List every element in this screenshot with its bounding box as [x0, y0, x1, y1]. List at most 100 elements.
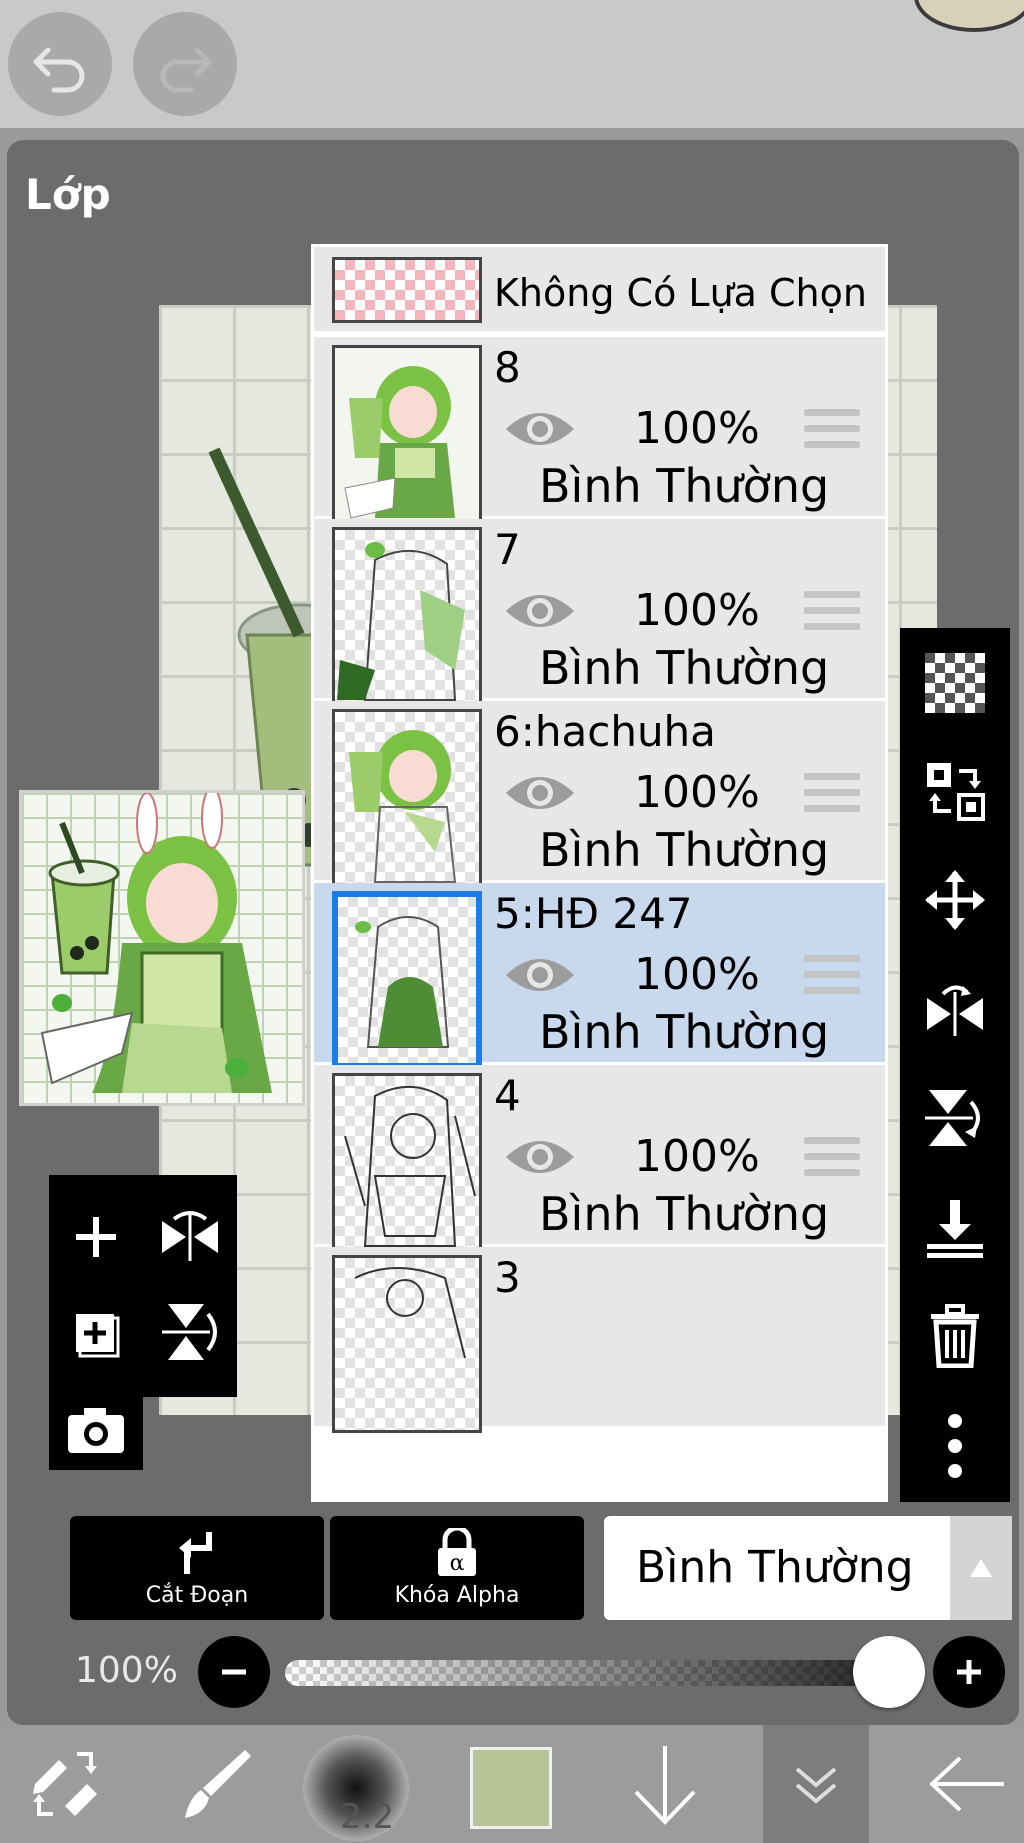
layer-blend-mode: Bình Thường [539, 459, 830, 513]
checkerboard-icon [925, 653, 985, 713]
flip-horizontal-button[interactable] [900, 958, 1010, 1058]
opacity-decrease-button[interactable] [198, 1636, 270, 1708]
layer-row[interactable]: 8 100% Bình Thường [314, 337, 885, 523]
layer-blend-mode: Bình Thường [539, 823, 830, 877]
opacity-label: 100% [75, 1650, 178, 1691]
layer-name: 3 [494, 1253, 521, 1302]
swap-icon [927, 763, 985, 821]
layer-row[interactable]: 4 100% Bình Thường [314, 1065, 885, 1251]
layer-action-tools [49, 1175, 237, 1470]
clipping-arrow-icon [179, 1532, 212, 1574]
top-bar [0, 0, 1024, 128]
layer-row[interactable]: 6:hachuha 100% Bình Thường [314, 701, 885, 887]
layer-thumbnail[interactable] [332, 345, 482, 523]
layer-blend-mode: Bình Thường [539, 1187, 830, 1241]
alpha-lock-icon: α [438, 1528, 476, 1576]
swap-layer-button[interactable] [900, 741, 1010, 841]
add-special-layer-button[interactable] [49, 1285, 143, 1379]
move-layer-button[interactable] [900, 850, 1010, 950]
layer-blend-mode: Bình Thường [539, 1005, 830, 1059]
move-down-button[interactable] [615, 1725, 715, 1843]
redo-icon [160, 47, 212, 93]
layer-opacity: 100% [634, 767, 760, 818]
thumbnail-artwork [40, 793, 272, 1093]
clipping-label: Cắt Đoạn [145, 1583, 249, 1608]
layer-row[interactable]: 3 [314, 1247, 885, 1433]
redo-button[interactable] [133, 12, 237, 116]
drag-handle-icon[interactable] [804, 955, 860, 999]
layer-row[interactable]: 7 100% Bình Thường [314, 519, 885, 705]
add-layer-button[interactable] [49, 1190, 143, 1284]
layer-opacity: 100% [634, 1131, 760, 1182]
layer-opacity: 100% [634, 585, 760, 636]
eye-icon[interactable] [504, 949, 576, 1001]
camera-layer-button[interactable] [49, 1383, 143, 1477]
alpha-lock-button[interactable]: α Khóa Alpha [330, 1516, 584, 1620]
tool-switch-button[interactable] [10, 1725, 120, 1843]
merge-down-button[interactable] [900, 1178, 1010, 1278]
flip-layer-horizontal-button[interactable] [143, 1190, 237, 1284]
brush-size-value: 2.2 [340, 1797, 395, 1837]
layer-thumbnail[interactable] [332, 1073, 482, 1251]
back-button[interactable] [918, 1725, 1018, 1843]
canvas-preview-avatar[interactable] [914, 0, 1024, 32]
layer-opacity: 100% [634, 403, 760, 454]
add-layer-copy-icon [76, 1314, 120, 1358]
layer-name: 5:HĐ 247 [494, 889, 693, 938]
drag-handle-icon[interactable] [804, 591, 860, 635]
arrow-down-icon [634, 1746, 696, 1825]
color-swatch-button[interactable] [470, 1747, 552, 1829]
layer-thumbnail[interactable] [332, 527, 482, 705]
opacity-increase-button[interactable] [933, 1636, 1005, 1708]
svg-text:α: α [450, 1551, 465, 1576]
flip-horizontal-icon [162, 1211, 218, 1261]
eye-icon[interactable] [504, 1131, 576, 1183]
layer-list[interactable]: Không Có Lựa Chọn 8 100% Bình Thường 7 100% B… [311, 244, 888, 1502]
merge-down-icon [927, 1200, 983, 1258]
flip-vertical-button[interactable] [900, 1068, 1010, 1168]
brush-tool-button[interactable] [160, 1725, 270, 1843]
flip-layer-vertical-button[interactable] [143, 1285, 237, 1379]
plus-icon [76, 1217, 116, 1257]
delete-layer-button[interactable] [900, 1286, 1010, 1386]
selection-thumbnail [332, 257, 482, 323]
undo-button[interactable] [8, 12, 112, 116]
move-icon [925, 870, 985, 930]
blend-mode-select[interactable]: Bình Thường [604, 1516, 1012, 1620]
layer-opacity: 100% [634, 949, 760, 1000]
blend-mode-value: Bình Thường [636, 1542, 914, 1593]
layer-name: 7 [494, 525, 521, 574]
selection-layer-row[interactable]: Không Có Lựa Chọn [314, 247, 885, 334]
opacity-slider[interactable] [285, 1660, 925, 1686]
layer-name: 6:hachuha [494, 707, 716, 756]
layer-row[interactable]: 5:HĐ 247 100% Bình Thường [314, 883, 885, 1069]
eye-icon[interactable] [504, 585, 576, 637]
layers-button[interactable] [763, 1725, 869, 1843]
plus-icon [957, 1660, 981, 1684]
camera-icon [68, 1408, 124, 1453]
canvas-thumbnail[interactable] [19, 790, 305, 1106]
drag-handle-icon[interactable] [804, 409, 860, 453]
undo-icon [33, 47, 85, 93]
layer-screen: Lớp Cắt Đoạn α Khóa Alpha Bình Thường Kh… [0, 0, 1024, 1843]
clipping-button[interactable]: Cắt Đoạn [70, 1516, 324, 1620]
more-options-button[interactable] [900, 1396, 1010, 1496]
trash-icon [931, 1304, 979, 1368]
transparent-fill-button[interactable] [900, 633, 1010, 733]
minus-icon [222, 1669, 246, 1675]
flip-horizontal-icon [927, 985, 983, 1036]
flip-vertical-icon [162, 1304, 217, 1360]
opacity-slider-knob[interactable] [853, 1636, 925, 1708]
opacity-slider-fill [285, 1660, 925, 1686]
brush-icon [185, 1750, 251, 1818]
drag-handle-icon[interactable] [804, 773, 860, 817]
layer-thumbnail[interactable] [332, 1255, 482, 1433]
blend-mode-toggle[interactable] [950, 1516, 1012, 1620]
layer-name: 4 [494, 1071, 521, 1120]
layer-thumbnail[interactable] [332, 709, 482, 887]
drag-handle-icon[interactable] [804, 1137, 860, 1181]
eye-icon[interactable] [504, 403, 576, 455]
eye-icon[interactable] [504, 767, 576, 819]
more-vertical-icon [948, 1414, 962, 1478]
layer-thumbnail[interactable] [332, 891, 482, 1069]
